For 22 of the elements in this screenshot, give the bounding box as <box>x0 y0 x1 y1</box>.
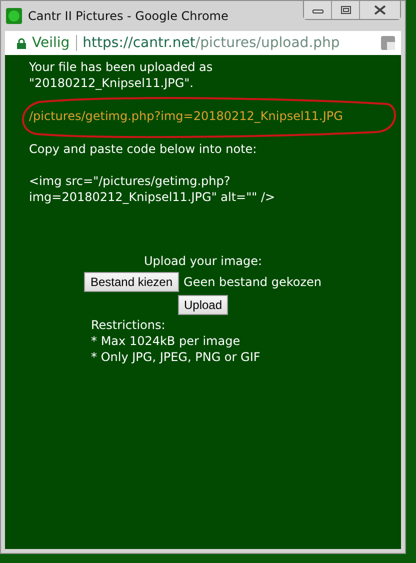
restriction-text: * Max 1024kB per image <box>91 333 242 349</box>
url-text: https://cantr.net/pictures/upload.php <box>82 35 341 51</box>
close-button[interactable] <box>360 1 400 19</box>
maximize-icon <box>340 5 352 15</box>
security-label: Veilig <box>32 35 70 51</box>
close-icon <box>373 5 387 15</box>
minimize-button[interactable] <box>304 1 332 19</box>
upload-heading: Upload your image: <box>144 253 262 269</box>
instruction-text: Copy and paste code below into note: <box>29 141 258 157</box>
restriction-text: * Only JPG, JPEG, PNG or GIF <box>91 349 262 365</box>
code-text: img=20180212_Knipsel11.JPG" alt="" /> <box>29 189 276 205</box>
restriction-text: Restrictions: <box>91 317 166 333</box>
window-title: Cantr II Pictures - Google Chrome <box>28 9 230 23</box>
message-text: Your file has been uploaded as <box>29 59 214 75</box>
message-text: "20180212_Knipsel11.JPG". <box>29 75 194 91</box>
file-status-text: Geen bestand gekozen <box>184 274 322 290</box>
upload-button[interactable]: Upload <box>178 295 228 315</box>
maximize-button[interactable] <box>332 1 360 19</box>
choose-file-button[interactable]: Bestand kiezen <box>84 272 179 292</box>
lock-icon <box>17 38 26 48</box>
address-bar[interactable]: Veilig https://cantr.net/pictures/upload.php <box>5 31 401 55</box>
code-text: <img src="/pictures/getimg.php? <box>29 173 232 189</box>
